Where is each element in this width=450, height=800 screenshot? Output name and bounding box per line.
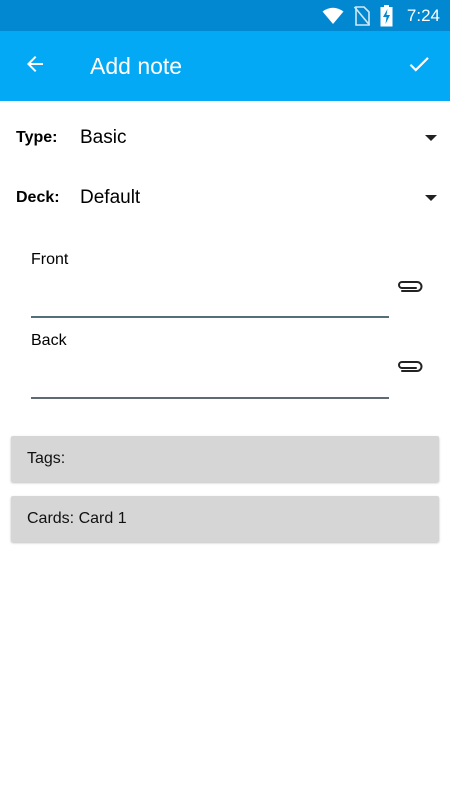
battery-charging-icon	[380, 4, 393, 27]
app-bar: Add note	[0, 31, 450, 101]
attach-icon[interactable]	[394, 357, 424, 377]
status-time: 7:24	[406, 5, 440, 25]
status-bar: 7:24	[0, 0, 450, 31]
front-field-underline	[31, 316, 389, 318]
check-icon	[406, 51, 432, 82]
front-field-label: Front	[31, 251, 69, 268]
back-field-underline	[31, 397, 389, 399]
save-button[interactable]	[388, 31, 450, 101]
deck-label: Deck:	[16, 189, 60, 206]
page-title: Add note	[90, 52, 183, 79]
deck-selector[interactable]: Deck: Default	[0, 178, 450, 218]
cards-button-label: Cards: Card 1	[27, 510, 127, 527]
wifi-icon	[322, 7, 344, 25]
tags-button[interactable]: Tags:	[11, 436, 439, 482]
dropdown-arrow-icon	[425, 195, 437, 201]
deck-value: Default	[80, 187, 141, 208]
back-field-label: Back	[31, 332, 67, 349]
note-type-label: Type:	[16, 129, 58, 146]
attach-icon[interactable]	[394, 277, 424, 297]
front-field-input[interactable]	[31, 284, 389, 316]
arrow-back-icon	[23, 52, 47, 81]
back-button[interactable]	[0, 31, 70, 101]
cards-button[interactable]: Cards: Card 1	[11, 496, 439, 542]
tags-button-label: Tags:	[27, 450, 66, 467]
back-field-input[interactable]	[31, 364, 389, 396]
note-type-value: Basic	[80, 127, 127, 148]
note-type-selector[interactable]: Type: Basic	[0, 118, 450, 158]
dropdown-arrow-icon	[425, 135, 437, 141]
no-sim-icon	[353, 5, 370, 26]
